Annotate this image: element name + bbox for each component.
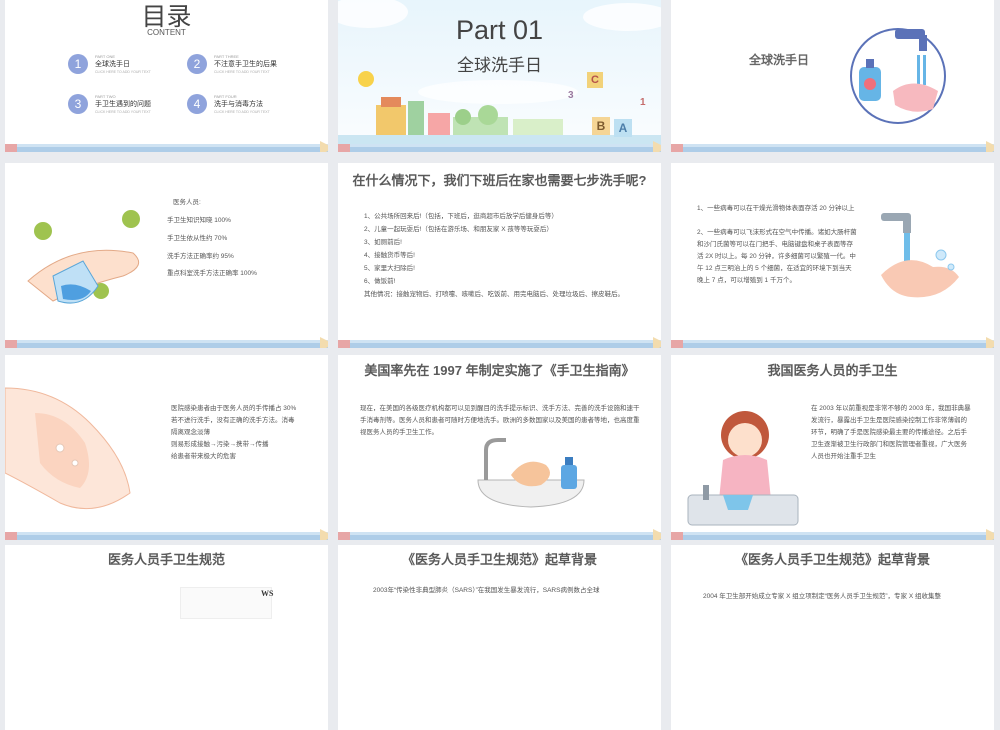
letter-block: A (614, 119, 632, 137)
body-text: 2004 年卫生部开始成立专家 X 组立项制定“医务人员手卫生规范”，专家 X … (703, 593, 941, 600)
bullet-line: 1、公共场所回来后!（包括，下班后，逛商超市后放学后健身后等） (364, 213, 558, 220)
ws-mark: WS (261, 589, 274, 598)
pencil-bar (338, 532, 661, 540)
pencil-bar (338, 144, 661, 152)
pencil-eraser (5, 340, 17, 348)
slide-thumb-1[interactable]: 目录 CONTENT 1 PART ONE 全球洗手日 CLICK HERE TO … (5, 0, 328, 152)
body-text: 1、一些病毒可以在干燥光滑物体表面存活 20 分钟以上 2、一些病毒可以飞沫形式… (697, 205, 857, 284)
pencil-bar (671, 340, 994, 348)
body-text: 2003年“传染性非典型肺炎（SARS）”在我国发生暴发流行，SARS病例数占全… (373, 587, 600, 594)
girl-washing-illustration (687, 411, 799, 526)
pencil-bar (5, 144, 328, 152)
pencil-bar (5, 532, 328, 540)
letter-block: C (587, 72, 603, 88)
document-thumbnail (180, 587, 272, 619)
pencil-tip (320, 529, 328, 540)
toc-name: 不注意手卫生的后果 (214, 61, 277, 68)
toc-item-3: 3 PART TWO 手卫生遇到的问题 CLICK HERE TO ADD YOUR… (68, 94, 151, 115)
pencil-bar (671, 532, 994, 540)
toc-sub: CLICK HERE TO ADD YOUR TEXT (95, 70, 151, 74)
stat-line: 医务人员: (173, 199, 201, 206)
toc-name: 全球洗手日 (95, 61, 130, 68)
slide-heading: 全球洗手日 (749, 53, 810, 67)
slide-heading: 在什么情况下，我们下班后在家也需要七步洗手呢? (352, 173, 647, 188)
slide-heading: 我国医务人员的手卫生 (767, 363, 898, 378)
pencil-eraser (671, 340, 683, 348)
washing-hands-illustration (5, 387, 131, 510)
pencil-bar (5, 340, 328, 348)
bullet-line: 4、接触货币等后! (364, 252, 415, 259)
pencil-eraser (5, 144, 17, 152)
sink-illustration (477, 438, 585, 508)
stat-line: 手卫生依从性约 70% (167, 235, 228, 242)
body-text: 医院感染患者由于医务人员的手传播占 30% 若不进行洗手，没有正确的洗手方法。消… (171, 405, 297, 460)
pencil-eraser (338, 340, 350, 348)
pencil-tip (653, 337, 661, 348)
pencil-eraser (671, 532, 683, 540)
slide-heading: 《医务人员手卫生规范》起草背景 (734, 552, 930, 567)
faucet-hands-illustration (881, 213, 959, 298)
toc-item-1: 1 PART ONE 全球洗手日 CLICK HERE TO ADD YOUR TE… (68, 54, 151, 75)
slide-heading: 医务人员手卫生规范 (107, 552, 225, 567)
pencil-eraser (338, 532, 350, 540)
sanitizer-hands-illustration (27, 210, 140, 304)
number-block: 1 (640, 97, 646, 108)
pencil-tip (653, 529, 661, 540)
slide-thumb-3[interactable]: 全球洗手日 (671, 0, 994, 152)
pencil-tip (986, 337, 994, 348)
slide-thumb-6[interactable]: 1、一些病毒可以在干燥光滑物体表面存活 20 分钟以上 2、一些病毒可以飞沫形式… (671, 163, 994, 348)
slide-thumb-11[interactable]: 《医务人员手卫生规范》起草背景 2003年“传染性非典型肺炎（SARS）”在我国… (338, 545, 661, 730)
town-illustration (338, 71, 661, 147)
slide-thumb-8[interactable]: 美国率先在 1997 年制定实施了《手卫生指南》 现在，在美国的各级医疗机构都可… (338, 355, 661, 540)
toc-subtitle: CONTENT (147, 28, 186, 37)
slide-thumb-4[interactable]: 医务人员: 手卫生知识知晓 100% 手卫生依从性约 70% 洗手方法正确率约 … (5, 163, 328, 348)
handwash-icon (850, 28, 946, 124)
toc-sub: CLICK HERE TO ADD YOUR TEXT (214, 110, 270, 114)
stat-line: 手卫生知识知晓 100% (167, 217, 231, 224)
slide-thumb-9[interactable]: 我国医务人员的手卫生 在 2003 年以前重视是非常不够的 2003 年，我国非… (671, 355, 994, 540)
body-text: 现在，在美国的各级医疗机构都可以见到醒目的洗手提示标识、洗手方法、完善的洗手设施… (360, 405, 640, 436)
slide-heading: 《医务人员手卫生规范》起草背景 (401, 552, 597, 567)
slide-thumb-10[interactable]: 医务人员手卫生规范 WS (5, 545, 328, 730)
toc-name: 手卫生遇到的问题 (95, 101, 151, 108)
number-block: 3 (568, 90, 574, 101)
pencil-tip (986, 141, 994, 152)
bullet-line: 2、儿童一起玩耍后!（包括在游乐场、和朋友家 X 孩等等玩耍后） (364, 226, 553, 233)
slide-thumb-5[interactable]: 在什么情况下，我们下班后在家也需要七步洗手呢? 1、公共场所回来后!（包括，下班… (338, 163, 661, 348)
toc-item-4: 4 PART FOUR 洗手与消毒方法 CLICK HERE TO ADD YOUR… (187, 94, 270, 115)
pencil-eraser (671, 144, 683, 152)
toc-number: 4 (187, 94, 207, 114)
pencil-tip (986, 529, 994, 540)
toc-number: 1 (68, 54, 88, 74)
toc-number: 3 (68, 94, 88, 114)
stat-line: 重点科室洗手方法正确率 100% (167, 270, 257, 277)
bullet-line: 其他情况：接触宠物后、打喷嚏、咳嗽后、吃饭前、用完电脑后、处理垃圾后、擦皮鞋后。 (364, 291, 624, 298)
part-label: Part 01 (455, 15, 544, 45)
stat-line: 洗手方法正确率约 95% (167, 253, 234, 260)
pencil-tip (653, 141, 661, 152)
slide-thumb-2[interactable]: Part 01 全球洗手日 C 3 1 B A (338, 0, 661, 152)
pencil-bar (671, 144, 994, 152)
pencil-bar (338, 340, 661, 348)
toc-sub: CLICK HERE TO ADD YOUR TEXT (214, 70, 270, 74)
toc-number: 2 (187, 54, 207, 74)
bullet-line: 3、如厕前后! (364, 239, 402, 246)
bullet-line: 6、做饭前! (364, 278, 396, 285)
toc-name: 洗手与消毒方法 (214, 101, 263, 108)
bullet-line: 5、家里大扫除后! (364, 265, 415, 272)
sun-icon (358, 71, 374, 87)
pencil-eraser (5, 532, 17, 540)
pencil-tip (320, 141, 328, 152)
letter-block: B (592, 117, 610, 135)
pencil-tip (320, 337, 328, 348)
toc-item-2: 2 PART THREE 不注意手卫生的后果 CLICK HERE TO ADD Y… (187, 54, 277, 75)
slide-thumb-7[interactable]: 医院感染患者由于医务人员的手传播占 30% 若不进行洗手，没有正确的洗手方法。消… (5, 355, 328, 540)
pencil-eraser (338, 144, 350, 152)
slide-thumb-12[interactable]: 《医务人员手卫生规范》起草背景 2004 年卫生部开始成立专家 X 组立项制定“… (671, 545, 994, 730)
slide-heading: 美国率先在 1997 年制定实施了《手卫生指南》 (364, 363, 635, 378)
toc-sub: CLICK HERE TO ADD YOUR TEXT (95, 110, 151, 114)
body-text: 在 2003 年以前重视是非常不够的 2003 年，我国非典暴发流行，暴露出手卫… (811, 405, 971, 460)
